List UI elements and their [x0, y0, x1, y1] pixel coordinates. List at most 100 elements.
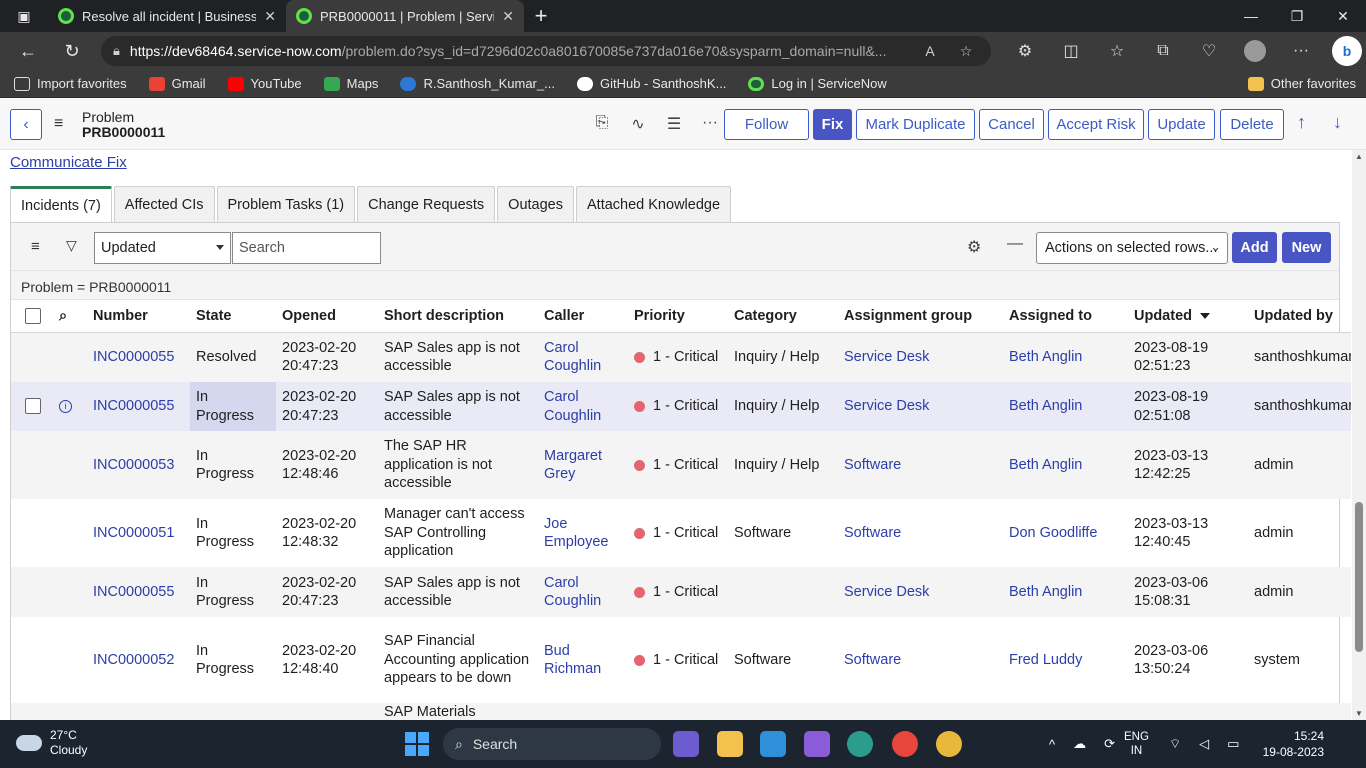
chrome-canary-icon[interactable]: [936, 731, 962, 757]
url-bar[interactable]: 🔒︎ https://dev68464.service-now.com/prob…: [101, 36, 991, 66]
favorites-icon[interactable]: ☆: [1094, 41, 1140, 61]
settings-sliders-icon[interactable]: ☰: [656, 114, 692, 134]
cancel-button[interactable]: Cancel: [979, 109, 1044, 140]
column-updated[interactable]: Updated: [1128, 300, 1248, 333]
accept-risk-button[interactable]: Accept Risk: [1048, 109, 1144, 140]
info-icon[interactable]: i: [59, 399, 72, 413]
context-menu-icon[interactable]: ≡: [54, 115, 63, 133]
close-tab-icon[interactable]: ✕: [502, 8, 514, 25]
read-aloud-icon[interactable]: A: [917, 43, 943, 59]
visual-studio-icon[interactable]: [804, 731, 830, 757]
scroll-up-icon[interactable]: ▲: [1355, 152, 1363, 161]
new-button[interactable]: New: [1282, 232, 1331, 263]
column-assigned-to[interactable]: Assigned to: [1003, 300, 1128, 333]
favorite-servicenow[interactable]: Log in | ServiceNow: [748, 76, 887, 91]
number-link[interactable]: INC0000052: [93, 652, 174, 668]
caller-link[interactable]: Carol Coughlin: [544, 575, 601, 610]
page-scrollbar[interactable]: ▲ ▼: [1352, 150, 1366, 720]
network-status-icon[interactable]: ☁: [1073, 736, 1086, 752]
cell-number[interactable]: INC0000051: [87, 499, 190, 567]
split-screen-icon[interactable]: ◫: [1048, 41, 1094, 61]
search-field-select[interactable]: Updated: [94, 232, 231, 264]
cell-number[interactable]: INC0000055: [87, 382, 190, 431]
gear-icon[interactable]: ⚙: [967, 237, 981, 257]
column-caller[interactable]: Caller: [538, 300, 628, 333]
follow-button[interactable]: Follow: [724, 109, 809, 140]
assignment-group-link[interactable]: Software: [844, 652, 901, 668]
tab-outages[interactable]: Outages: [497, 186, 574, 222]
assigned-to-link[interactable]: Beth Anglin: [1009, 349, 1082, 365]
clock[interactable]: 15:24 19-08-2023: [1256, 728, 1324, 760]
wifi-icon[interactable]: ⌔: [1169, 736, 1181, 752]
cell-number[interactable]: INC0000053: [87, 431, 190, 499]
browser-tab-1[interactable]: Resolve all incident | Business Ru ✕: [48, 0, 286, 32]
favorite-gmail[interactable]: Gmail: [148, 76, 206, 91]
more-options-icon[interactable]: ···: [692, 114, 728, 134]
number-link[interactable]: INC0000055: [93, 349, 174, 365]
scroll-down-icon[interactable]: ▼: [1355, 709, 1363, 718]
assigned-to-link[interactable]: Beth Anglin: [1009, 584, 1082, 600]
weather-widget[interactable]: 27°C Cloudy: [16, 728, 87, 758]
sync-icon[interactable]: ⟳: [1104, 736, 1115, 752]
performance-icon[interactable]: ♡: [1186, 41, 1232, 61]
taskbar-search[interactable]: ⌕ Search: [443, 728, 661, 760]
chrome-icon[interactable]: [892, 731, 918, 757]
assigned-to-link[interactable]: Don Goodliffe: [1009, 525, 1097, 541]
cell-number[interactable]: INC0000055: [87, 332, 190, 382]
edge-browser-icon[interactable]: [847, 731, 873, 757]
next-record-icon[interactable]: ↓: [1333, 112, 1342, 133]
row-checkbox[interactable]: [25, 398, 41, 415]
column-short-description[interactable]: Short description: [378, 300, 538, 333]
fix-button[interactable]: Fix: [813, 109, 852, 140]
windows-start-icon[interactable]: [405, 732, 429, 756]
language-indicator[interactable]: ENG IN: [1124, 730, 1149, 758]
favorite-import[interactable]: Import favorites: [14, 76, 127, 91]
add-button[interactable]: Add: [1232, 232, 1277, 263]
volume-icon[interactable]: ◁: [1199, 736, 1209, 752]
file-explorer-icon[interactable]: [717, 731, 743, 757]
close-window-icon[interactable]: ✕: [1320, 0, 1366, 32]
assigned-to-link[interactable]: Beth Anglin: [1009, 457, 1082, 473]
column-updated-by[interactable]: Updated by: [1248, 300, 1351, 333]
assigned-to-link[interactable]: Beth Anglin: [1009, 398, 1082, 414]
actions-select[interactable]: Actions on selected rows... ⌄: [1036, 232, 1228, 264]
assignment-group-link[interactable]: Software: [844, 457, 901, 473]
delete-button[interactable]: Delete: [1220, 109, 1284, 140]
other-favorites[interactable]: Other favorites: [1247, 76, 1356, 91]
assignment-group-link[interactable]: Service Desk: [844, 584, 929, 600]
extensions-icon[interactable]: ⚙: [1002, 41, 1048, 61]
update-button[interactable]: Update: [1148, 109, 1215, 140]
show-hidden-icons-icon[interactable]: ^: [1049, 737, 1055, 752]
number-link[interactable]: INC0000053: [93, 457, 174, 473]
communicate-fix-link[interactable]: Communicate Fix: [10, 154, 127, 171]
column-category[interactable]: Category: [728, 300, 838, 333]
previous-record-icon[interactable]: ↑: [1297, 112, 1306, 133]
activity-icon[interactable]: ∿: [620, 114, 656, 134]
column-search-icon[interactable]: ⌕: [59, 308, 67, 324]
assignment-group-link[interactable]: Service Desk: [844, 349, 929, 365]
more-icon[interactable]: ···: [1278, 42, 1324, 60]
minimize-icon[interactable]: —: [1228, 0, 1274, 32]
caller-link[interactable]: Bud Richman: [544, 643, 601, 678]
column-priority[interactable]: Priority: [628, 300, 728, 333]
refresh-icon[interactable]: ↻: [50, 32, 94, 70]
scrollbar-thumb[interactable]: [1355, 502, 1363, 652]
cell-number[interactable]: INC0000052: [87, 617, 190, 703]
favorite-onedrive[interactable]: R.Santhosh_Kumar_...: [400, 76, 555, 91]
tab-actions-icon[interactable]: ▣: [0, 0, 48, 32]
cell-number[interactable]: INC0000055: [87, 567, 190, 617]
back-arrow-icon[interactable]: ←: [6, 32, 50, 70]
collapse-icon[interactable]: —: [1007, 235, 1023, 253]
tab-change-requests[interactable]: Change Requests: [357, 186, 496, 222]
mark-duplicate-button[interactable]: Mark Duplicate: [856, 109, 975, 140]
caller-link[interactable]: Carol Coughlin: [544, 340, 601, 375]
close-tab-icon[interactable]: ✕: [264, 8, 276, 25]
favorite-star-icon[interactable]: ☆: [953, 43, 979, 60]
tab-attached-knowledge[interactable]: Attached Knowledge: [576, 186, 732, 222]
number-link[interactable]: INC0000051: [93, 525, 174, 541]
tab-affected-cis[interactable]: Affected CIs: [113, 186, 215, 222]
store-icon[interactable]: [760, 731, 786, 757]
profile-avatar[interactable]: [1244, 40, 1266, 62]
back-button[interactable]: ‹: [10, 109, 42, 140]
favorite-maps[interactable]: Maps: [323, 76, 378, 91]
